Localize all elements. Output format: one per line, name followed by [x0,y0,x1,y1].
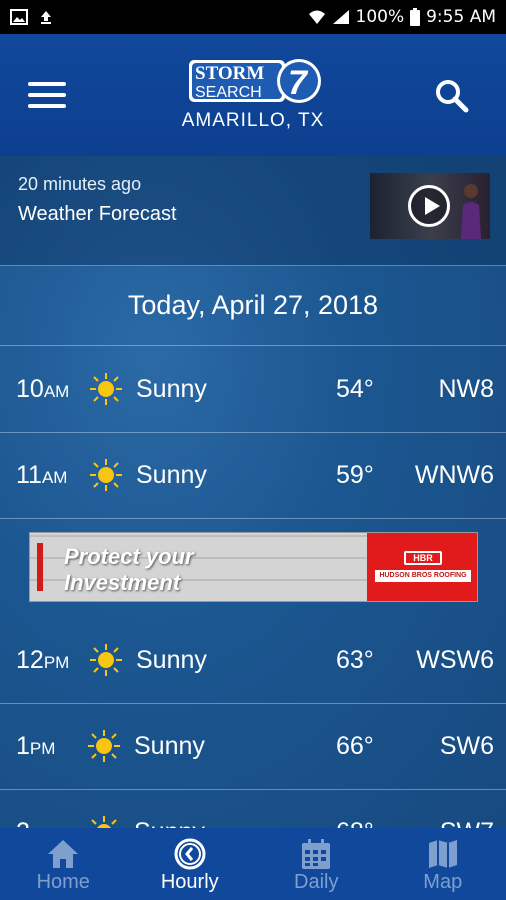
hour-temp: 54° [336,375,374,403]
hamburger-menu-icon[interactable] [28,82,66,110]
hour-wind: WNW6 [414,461,494,489]
hour-time: 10AM [16,375,70,403]
hour-row: 2PM Sunny 68° SW7 [0,790,506,828]
bottom-tab-bar: Home Hourly Daily Map [0,828,506,900]
tab-label: Home [36,871,90,893]
ad-accent-bar [37,543,43,591]
hour-time: 11AM [16,461,68,489]
tab-hourly[interactable]: Hourly [127,828,254,900]
battery-icon [410,8,421,26]
sun-icon [91,816,117,828]
status-bar: 100% 9:55 AM [0,0,506,34]
tab-map[interactable]: Map [380,828,506,900]
hour-row: 11AM Sunny 59° WNW6 [0,433,506,519]
hour-temp: 68° [336,818,374,828]
ad-brand-logo: HBR HUDSON BROS ROOFING [367,533,477,601]
stormsearch7-logo: STORM SEARCH 7 [187,56,322,106]
tab-label: Hourly [160,871,219,893]
city-label: AMARILLO, TX [181,110,325,131]
ad-logo-mark: HBR [404,551,442,565]
tab-daily[interactable]: Daily [253,828,380,900]
hour-row: 1PM Sunny 66° SW6 [0,704,506,790]
tab-label: Daily [294,871,339,893]
sun-icon [90,459,122,491]
ad-headline: Protect your Investment [64,544,194,595]
home-icon [48,840,79,868]
hour-temp: 63° [336,646,374,674]
sun-icon [90,644,122,676]
hour-wind: SW7 [440,818,494,828]
upload-notification-icon [38,9,54,25]
map-icon [428,840,457,868]
tab-home[interactable]: Home [0,828,127,900]
clock-time: 9:55 AM [426,7,496,27]
ad-banner[interactable]: Protect your Investment HBR HUDSON BROS … [29,532,478,602]
sun-icon [88,730,120,762]
hour-condition: Sunny [136,375,207,403]
battery-percent: 100% [355,7,405,27]
svg-text:SEARCH: SEARCH [195,84,262,101]
image-notification-icon [10,9,28,25]
search-icon[interactable] [434,78,470,114]
hour-wind: WSW6 [416,646,494,674]
hour-time: 1PM [16,732,56,760]
hour-row: 10AM Sunny 54° NW8 [0,347,506,433]
video-time-ago: 20 minutes ago [18,174,142,194]
signal-icon [332,9,350,25]
video-thumbnail[interactable] [370,173,490,239]
hour-condition: Sunny [136,646,207,674]
hour-time: 12PM [16,646,70,674]
clock-icon [174,838,206,870]
wifi-icon [308,9,326,25]
svg-text:STORM: STORM [195,63,264,84]
date-heading: Today, April 27, 2018 [0,266,506,346]
sun-icon [90,373,122,405]
hour-row: 12PM Sunny 63° WSW6 [0,618,506,704]
hour-temp: 59° [336,461,374,489]
hourly-content[interactable]: 20 minutes ago Weather Forecast Today, A… [0,156,506,828]
hour-temp: 66° [336,732,374,760]
hour-condition: Sunny [134,732,205,760]
hour-time: 2PM [16,818,55,828]
play-icon[interactable] [408,185,450,227]
ad-logo-name: HUDSON BROS ROOFING [375,570,471,582]
tab-label: Map [423,871,463,893]
hour-condition: Sunny [136,461,207,489]
app-header: STORM SEARCH 7 AMARILLO, TX [0,34,506,156]
svg-text:7: 7 [288,64,309,102]
video-title: Weather Forecast [18,203,177,225]
hour-wind: SW6 [439,732,494,760]
video-card[interactable]: 20 minutes ago Weather Forecast [0,156,506,266]
calendar-icon [302,839,331,869]
hour-condition: Sunny [134,818,205,828]
presenter-figure [461,184,481,239]
hour-wind: NW8 [438,375,494,403]
